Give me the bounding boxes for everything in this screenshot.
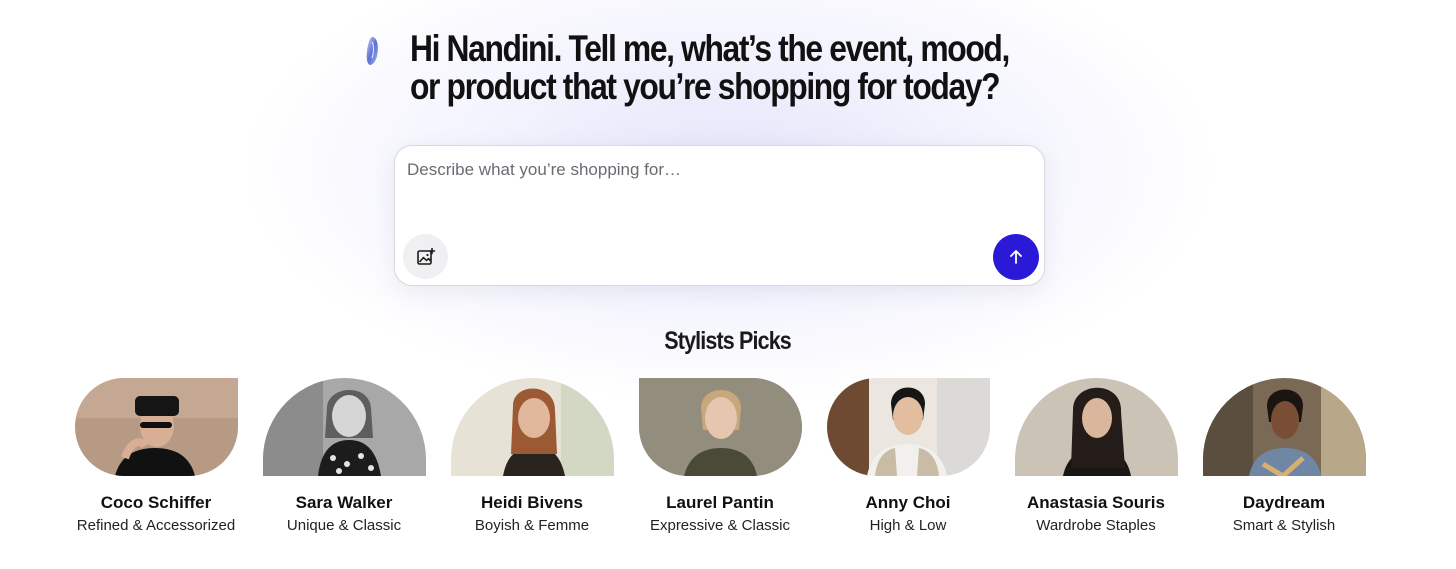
stylist-description: High & Low <box>869 517 947 534</box>
prompt-box <box>394 145 1045 286</box>
image-add-icon <box>416 247 435 265</box>
stylist-description: Refined & Accessorized <box>76 517 236 534</box>
page: Hi Nandini. Tell me, what’s the event, m… <box>0 0 1456 569</box>
stylists-picks-title-text: Stylists Picks <box>664 327 792 355</box>
stylist-description: Expressive & Classic <box>649 517 791 534</box>
stylist-description: Unique & Classic <box>286 517 402 534</box>
stylist-card-coco-schiffer[interactable]: Coco Schiffer Refined & Accessorized <box>62 378 250 535</box>
stylist-card-anny-choi[interactable]: Anny Choi High & Low <box>814 378 1002 535</box>
shopping-prompt-input[interactable] <box>407 158 1027 228</box>
send-button[interactable] <box>993 234 1039 280</box>
stylist-card-laurel-pantin[interactable]: Laurel Pantin Expressive & Classic <box>626 378 814 535</box>
stylist-portrait <box>638 378 802 476</box>
hero-headline: Hi Nandini. Tell me, what’s the event, m… <box>410 28 1010 107</box>
stylist-description: Boyish & Femme <box>474 517 590 534</box>
arrow-up-icon <box>1010 250 1022 264</box>
stylist-card-sara-walker[interactable]: Sara Walker Unique & Classic <box>250 378 438 535</box>
stylist-name: Daydream <box>1242 493 1326 512</box>
stylist-description: Smart & Stylish <box>1232 517 1336 534</box>
stylist-portrait <box>1202 378 1366 476</box>
stylist-name: Anastasia Souris <box>1027 493 1165 512</box>
stylist-name: Heidi Bivens <box>480 493 584 512</box>
stylist-name: Anny Choi <box>865 493 951 512</box>
stylists-row: Coco Schiffer Refined & Accessorized Sar… <box>0 378 1456 558</box>
stylist-portrait <box>262 378 426 476</box>
hero-headline-line-2: or product that you’re shopping for toda… <box>410 66 1001 107</box>
stylist-portrait <box>826 378 990 476</box>
stylist-portrait <box>1014 378 1178 476</box>
stylist-card-daydream[interactable]: Daydream Smart & Stylish <box>1190 378 1378 535</box>
add-image-button[interactable] <box>403 234 448 279</box>
stylists-picks-title: Stylists Picks <box>0 327 1456 356</box>
stylist-name: Coco Schiffer <box>100 493 212 512</box>
stylist-card-heidi-bivens[interactable]: Heidi Bivens Boyish & Femme <box>438 378 626 535</box>
stylist-description: Wardrobe Staples <box>1036 517 1156 534</box>
stylist-portrait <box>450 378 614 476</box>
stylist-name: Sara Walker <box>295 493 393 512</box>
stylist-name: Laurel Pantin <box>666 493 774 512</box>
brand-logo-icon <box>364 36 380 66</box>
hero-headline-line-1: Hi Nandini. Tell me, what’s the event, m… <box>410 28 1010 69</box>
stylist-portrait <box>74 378 238 476</box>
stylist-card-anastasia-souris[interactable]: Anastasia Souris Wardrobe Staples <box>1002 378 1190 535</box>
